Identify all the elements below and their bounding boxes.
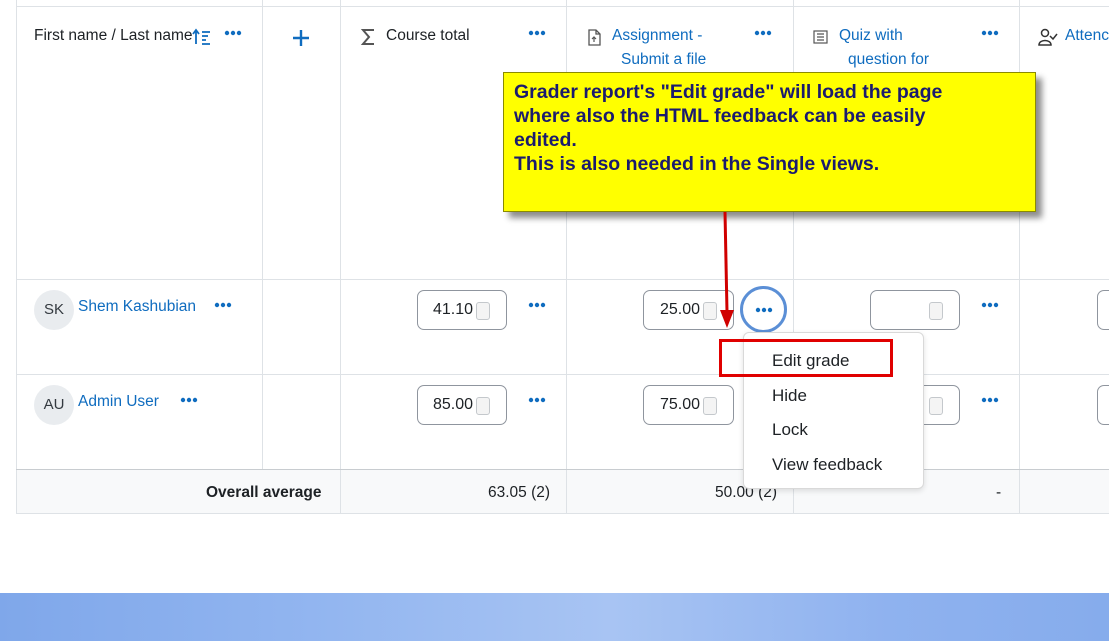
overall-average-row [16,470,1109,513]
spinner-icon[interactable] [703,397,717,415]
overall-average-label: Overall average [206,484,322,501]
menu-item-hide[interactable]: Hide [772,386,807,406]
spinner-icon[interactable] [476,302,490,320]
callout-line: where also the HTML feedback can be easi… [514,105,926,127]
menu-item-lock[interactable]: Lock [772,420,808,440]
course-total-cell-menu-icon[interactable] [526,397,548,411]
attendance-grade-input[interactable] [1097,290,1109,330]
spinner-icon[interactable] [476,397,490,415]
user-menu-icon[interactable] [212,302,234,316]
user-name-link[interactable]: Admin User [78,393,159,411]
grade-value: 75.00 [659,396,700,413]
callout-line: edited. [514,129,577,151]
quiz-menu-icon[interactable] [979,30,1001,44]
user-name-link[interactable]: Shem Kashubian [78,298,196,316]
quiz-cell-menu-icon[interactable] [979,302,1001,316]
quiz-icon [813,30,828,49]
quiz-header-line1[interactable]: Quiz with [839,24,903,47]
annotation-callout: Grader report's "Edit grade" will load t… [503,72,1036,212]
assignment-header-line1[interactable]: Assignment - [612,24,702,47]
name-column-header[interactable]: First name / Last name [34,24,193,47]
spinner-icon[interactable] [929,302,943,320]
assignment-header-line2[interactable]: Submit a file [621,48,706,71]
grade-value: 85.00 [432,396,473,413]
user-menu-icon[interactable] [178,397,200,411]
callout-line: This is also needed in the Single views. [514,153,880,175]
course-total-cell-menu-icon[interactable] [526,302,548,316]
course-total-header: Course total [386,27,470,44]
add-column-icon[interactable] [292,29,310,52]
menu-item-view-feedback[interactable]: View feedback [772,455,882,475]
assignment-icon [587,29,601,51]
course-total-average: 63.05 (2) [488,484,551,501]
course-total-grade-input[interactable]: 85.00 [417,385,507,425]
grade-value: 25.00 [659,301,700,318]
avatar: SK [34,290,74,330]
annotation-arrow-icon [720,212,734,328]
quiz-grade-input[interactable] [870,290,960,330]
sort-icon[interactable] [192,28,212,51]
assignment-grade-input[interactable]: 75.00 [643,385,734,425]
grade-value: 41.10 [432,301,473,318]
assignment-menu-icon[interactable] [752,30,774,44]
name-column-menu-icon[interactable] [222,30,244,44]
spinner-icon[interactable] [929,397,943,415]
callout-line: Grader report's "Edit grade" will load t… [514,81,943,103]
sigma-icon [359,27,377,52]
course-total-menu-icon[interactable] [526,30,548,44]
attendance-grade-input[interactable] [1097,385,1109,425]
background-sky-strip [0,593,1109,641]
assignment-cell-menu-button[interactable] [740,286,787,333]
attendance-icon [1038,27,1058,52]
course-total-grade-input[interactable]: 41.10 [417,290,507,330]
attendance-header[interactable]: Attenc [1065,24,1109,47]
quiz-average: - [996,484,1002,501]
edit-grade-highlight-box [719,339,893,377]
quiz-header-line2[interactable]: question for [848,48,929,71]
avatar: AU [34,385,74,425]
more-icon [755,307,773,313]
quiz-cell-menu-icon[interactable] [979,397,1001,411]
